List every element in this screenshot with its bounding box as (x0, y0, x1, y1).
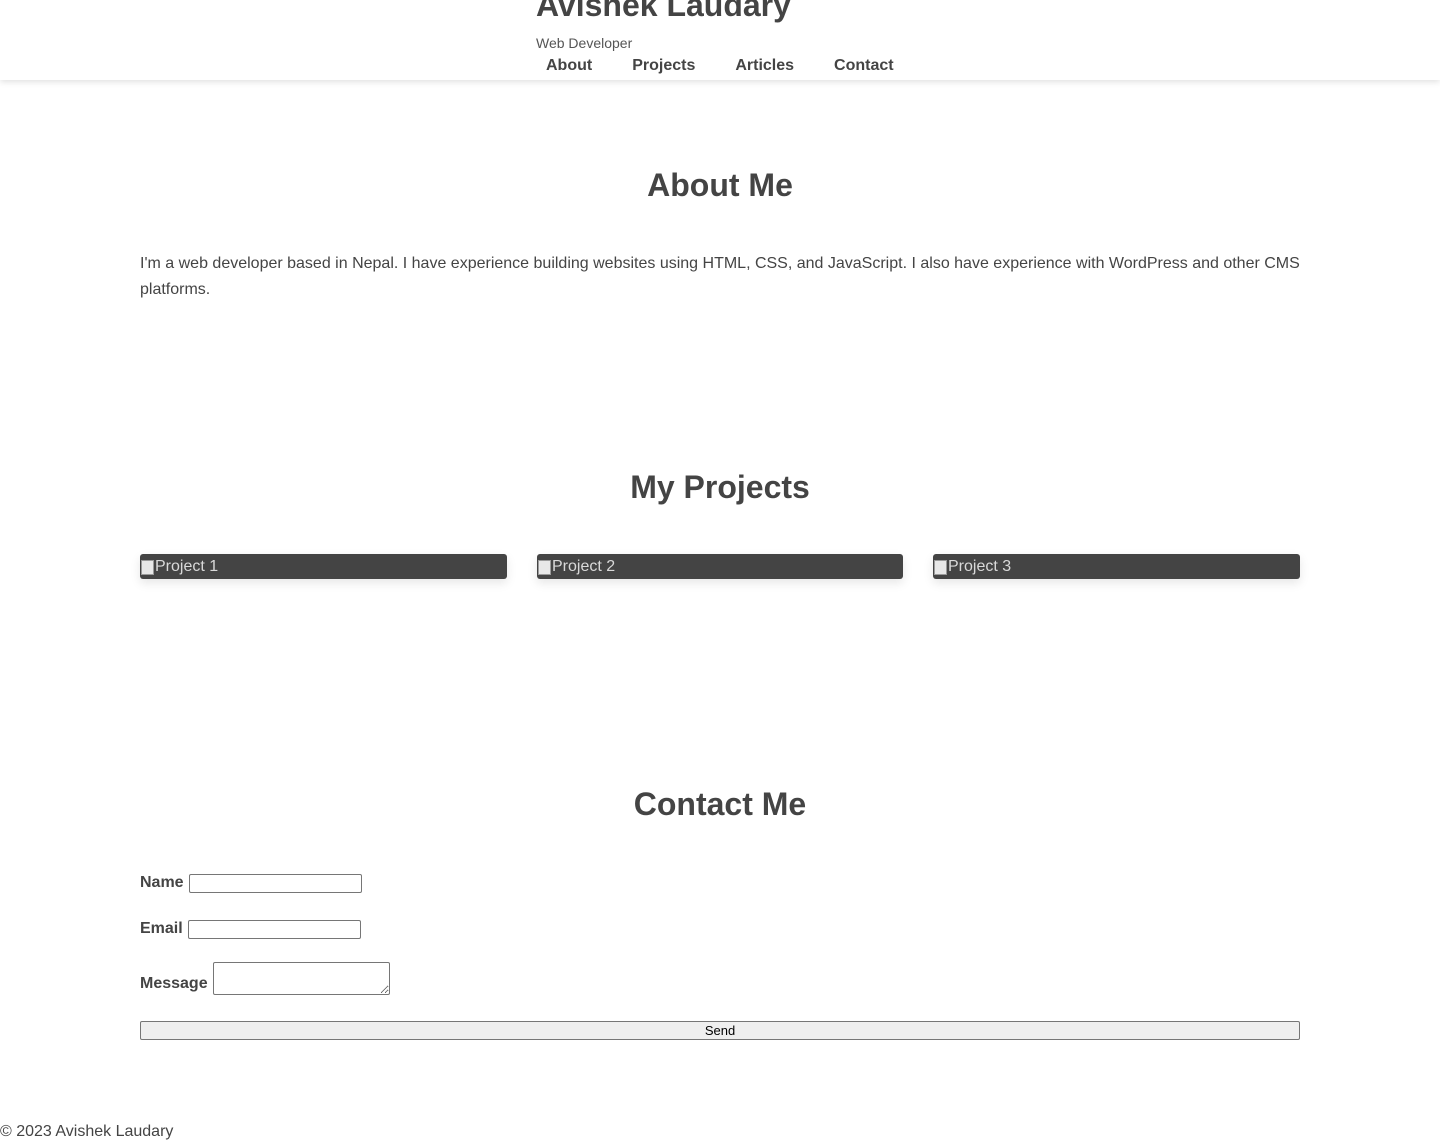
site-header: Avishek Laudary Web Developer About Proj… (0, 0, 1440, 80)
projects-heading: My Projects (630, 469, 810, 505)
footer-copyright: © 2023 Avishek Laudary (0, 1123, 174, 1140)
about-heading: About Me (647, 167, 793, 203)
broken-image-icon (933, 559, 947, 575)
nav-link-articles[interactable]: Articles (735, 56, 794, 76)
contact-heading: Contact Me (633, 786, 807, 822)
name-field[interactable] (188, 873, 362, 893)
message-field[interactable] (212, 962, 390, 995)
project-card-1[interactable]: Project 1 (140, 554, 507, 579)
nav-link-about[interactable]: About (546, 56, 592, 76)
email-field[interactable] (187, 919, 361, 939)
main-nav: About Projects Articles Contact (546, 56, 894, 76)
project-image-2: Project 2 (537, 554, 903, 579)
project-card-2[interactable]: Project 2 (537, 554, 903, 579)
name-row: Name (140, 873, 362, 893)
project-card-3[interactable]: Project 3 (933, 554, 1300, 579)
email-row: Email (140, 919, 361, 939)
send-button[interactable]: Send (140, 1021, 1300, 1040)
site-subtitle: Web Developer (536, 35, 633, 51)
about-text: I'm a web developer based in Nepal. I ha… (140, 255, 1300, 298)
site-title: Avishek Laudary (536, 0, 791, 23)
project-image-1: Project 1 (140, 554, 507, 579)
nav-link-projects[interactable]: Projects (632, 56, 695, 76)
email-label: Email (140, 920, 183, 937)
message-row: Message (140, 962, 390, 995)
name-label: Name (140, 874, 184, 891)
message-label: Message (140, 975, 208, 992)
project-image-alt-3: Project 3 (948, 558, 1012, 575)
broken-image-icon (140, 559, 154, 575)
project-image-alt-1: Project 1 (155, 558, 219, 575)
project-image-3: Project 3 (933, 554, 1300, 579)
nav-link-contact[interactable]: Contact (834, 56, 894, 76)
broken-image-icon (537, 559, 551, 575)
project-image-alt-2: Project 2 (552, 558, 616, 575)
